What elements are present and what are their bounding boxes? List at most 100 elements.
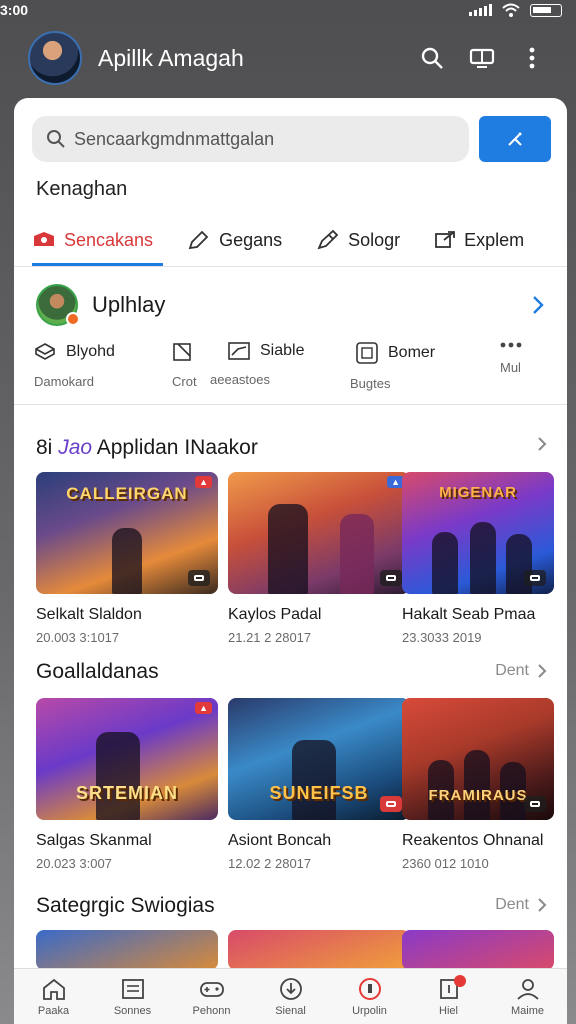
home-icon — [42, 978, 65, 1000]
tab-label: Gegans — [219, 229, 283, 250]
quick-action-more[interactable]: Mul — [500, 342, 522, 375]
game-card[interactable]: ▲ Kaylos Padal 21.21 2 28017 — [228, 472, 410, 645]
game-name: Kaylos Padal — [228, 606, 322, 623]
nav-urpolin[interactable]: Urpolin — [335, 977, 405, 1017]
external-icon — [435, 231, 456, 248]
game-name: Salgas Skanmal — [36, 832, 152, 849]
bottom-navigation: Paaka Sonnes Pehonn Sienal Urpolin Hiel … — [14, 968, 567, 1024]
section-more-button[interactable] — [537, 436, 547, 452]
quick-action-siable[interactable]: Siable aeeastoes — [210, 342, 304, 387]
tab-explem[interactable]: Explem — [434, 214, 524, 266]
tab-label: Sologr — [348, 229, 401, 250]
chart-icon — [228, 342, 250, 360]
search-input[interactable]: Sencaarkgmdnmattgalan — [32, 116, 469, 162]
quick-action-sub: Crot — [172, 374, 197, 389]
nav-maime[interactable]: Maime — [493, 977, 563, 1017]
quick-action-label: Siable — [260, 342, 305, 359]
search-icon — [47, 130, 65, 148]
game-art-title: SRTEMIAN — [76, 783, 178, 803]
nav-label: Pehonn — [192, 1004, 231, 1017]
library-button[interactable] — [464, 40, 500, 76]
tab-label: Sencakans — [64, 229, 154, 250]
game-art-title: MIGENAR — [439, 484, 517, 501]
game-art-title: SUNEIFSB — [269, 783, 369, 803]
section-title-rest: Applidan INaakor — [96, 436, 258, 459]
section-more-button[interactable]: Dent — [495, 896, 547, 914]
section-more-button[interactable]: Dent — [495, 662, 547, 680]
list-icon — [121, 978, 144, 999]
game-date: 20.003 3:1017 — [36, 630, 120, 645]
quick-action-blyohd[interactable]: Blyohd Damokard — [34, 342, 115, 389]
nav-label: Hiel — [439, 1004, 458, 1017]
character-figure — [340, 514, 374, 594]
game-card[interactable]: MIGENAR Hakalt Seab Pmaa 23.3033 2019 — [402, 472, 554, 645]
search-placeholder: Sencaarkgmdnmattgalan — [74, 128, 275, 149]
tab-sologr[interactable]: Sologr — [316, 214, 400, 266]
search-row: Sencaarkgmdnmattgalan — [32, 116, 551, 162]
battery-icon — [530, 3, 562, 17]
game-art-title: CALLEIRGAN — [66, 484, 188, 503]
gamepad-icon — [199, 981, 224, 997]
gamepad-icon — [380, 570, 402, 586]
game-date: 21.21 2 28017 — [228, 630, 312, 645]
quick-action-sub: Damokard — [34, 374, 94, 389]
profile-name: Uplhlay — [92, 292, 166, 317]
more-vert-icon — [529, 47, 535, 69]
game-card[interactable]: FRAMIRAUS Reakentos Ohnanal 2360 012 101… — [402, 698, 554, 871]
game-thumbnail[interactable] — [402, 930, 554, 970]
nav-hiel[interactable]: Hiel — [414, 974, 484, 1017]
game-date: 2360 012 1010 — [402, 856, 489, 871]
character-figure — [432, 532, 458, 594]
person-icon — [516, 978, 539, 1000]
profile-row[interactable]: Uplhlay — [36, 282, 545, 328]
tab-gegans[interactable]: Gegans — [187, 214, 282, 266]
game-card[interactable]: SUNEIFSB Asiont Boncah 12.02 2 28017 — [228, 698, 410, 871]
nav-home[interactable]: Paaka — [19, 977, 89, 1017]
more-label: Dent — [495, 662, 529, 679]
search-button[interactable] — [414, 40, 450, 76]
game-name: Hakalt Seab Pmaa — [402, 606, 536, 623]
more-icon — [500, 342, 522, 348]
nav-sienal[interactable]: Sienal — [256, 977, 326, 1017]
game-card[interactable]: CALLEIRGAN ▲ Selkalt Slaldon 20.003 3:10… — [36, 472, 218, 645]
game-card[interactable]: SRTEMIAN ▲ Salgas Skanmal 20.023 3:007 — [36, 698, 218, 871]
quick-action-crot[interactable]: Crot — [172, 342, 197, 389]
wifi-icon — [502, 3, 520, 17]
game-thumbnail[interactable] — [228, 930, 410, 970]
user-avatar[interactable] — [28, 31, 82, 85]
search-icon — [421, 47, 443, 69]
nav-label: Sonnes — [113, 1004, 152, 1017]
app-bar: Apillk Amagah — [0, 28, 576, 88]
tag-icon — [34, 232, 54, 246]
pencil-icon — [188, 230, 209, 250]
game-name: Reakentos Ohnanal — [402, 832, 544, 849]
character-figure — [268, 504, 308, 594]
game-thumbnail[interactable] — [36, 930, 218, 970]
nav-pehonn[interactable]: Pehonn — [177, 977, 247, 1017]
overflow-menu-button[interactable] — [514, 40, 550, 76]
nav-label: Paaka — [37, 1004, 70, 1017]
gamepad-icon — [380, 796, 402, 812]
divider — [14, 266, 567, 267]
category-tabs: Sencakans Gegans Sologr Explem — [32, 214, 567, 266]
section-title: Goallaldanas — [36, 660, 159, 683]
gamepad-icon — [524, 570, 546, 586]
search-submit-button[interactable] — [479, 116, 551, 162]
game-date: 20.023 3:007 — [36, 856, 112, 871]
crop-icon — [173, 343, 191, 361]
section-title: 8i Jao Applidan INaakor — [36, 436, 258, 460]
quick-action-label: Blyohd — [66, 343, 115, 360]
app-title: Apillk Amagah — [98, 44, 244, 71]
status-bar: 3:00 — [0, 0, 576, 20]
game-thumbnail: MIGENAR — [402, 472, 554, 594]
quick-action-sub: Bugtes — [350, 376, 391, 391]
tab-sencakans[interactable]: Sencakans — [32, 214, 164, 266]
status-time: 3:00 — [0, 2, 29, 18]
nav-label: Sienal — [275, 1004, 306, 1017]
nav-label: Urpolin — [352, 1004, 387, 1017]
cube-icon — [35, 343, 55, 360]
nav-sonnes[interactable]: Sonnes — [98, 977, 168, 1017]
sparkle-icon — [508, 132, 522, 146]
quick-action-bomer[interactable]: Bomer Bugtes — [350, 342, 435, 391]
grid-icon — [356, 342, 378, 364]
